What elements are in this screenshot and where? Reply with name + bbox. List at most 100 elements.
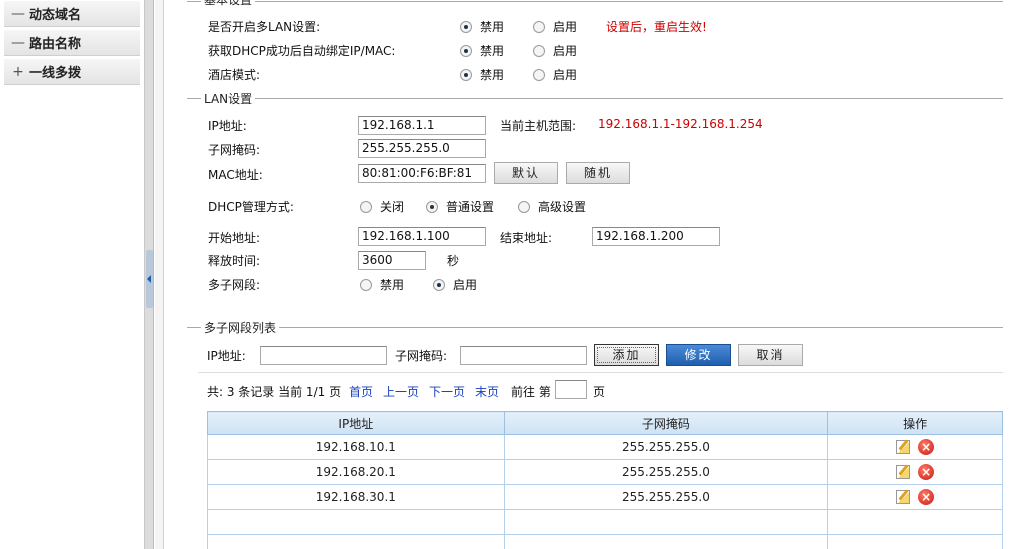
cell-ip: 192.168.10.1 <box>207 434 505 460</box>
radio-label: 高级设置 <box>538 200 587 214</box>
host-range-label: 当前主机范围: <box>500 119 577 133</box>
radio-label: 禁用 <box>380 278 405 292</box>
radio-label: 禁用 <box>480 20 505 34</box>
expand-icon: + <box>12 63 24 80</box>
start-address-input[interactable]: 192.168.1.100 <box>358 227 486 246</box>
sidebar-item-multi-dial[interactable]: + 一线多拨 <box>4 58 140 85</box>
column-header-mask: 子网掩码 <box>503 411 829 435</box>
cell-ip: 192.168.20.1 <box>207 459 505 485</box>
modify-button[interactable]: 修改 <box>666 344 731 366</box>
hotel-mode-label: 酒店模式: <box>208 68 261 82</box>
cell-actions: × <box>827 459 1003 485</box>
multi-lan-enable-radio[interactable] <box>533 21 545 33</box>
pager-goto-suffix: 页 <box>593 385 606 399</box>
end-address-label: 结束地址: <box>500 231 553 245</box>
cell-actions: × <box>827 434 1003 460</box>
delete-icon[interactable]: × <box>918 489 935 505</box>
delete-icon[interactable]: × <box>918 464 935 480</box>
edit-icon[interactable] <box>896 490 911 504</box>
hotel-mode-disable-radio[interactable] <box>460 69 472 81</box>
sidebar: — 动态域名 — 路由名称 + 一线多拨 <box>0 0 145 549</box>
radio-label: 普通设置 <box>446 200 495 214</box>
pager-goto-label: 前往 第 <box>511 385 551 399</box>
radio-label: 禁用 <box>480 44 505 58</box>
radio-label: 禁用 <box>480 68 505 82</box>
subnet-mask-input[interactable] <box>460 346 587 365</box>
cell-mask: 255.255.255.0 <box>503 484 829 510</box>
host-range-value: 192.168.1.1-192.168.1.254 <box>598 117 763 131</box>
collapse-icon: — <box>11 34 25 51</box>
pager-summary: 共: 3 条记录 当前 1/1 页 <box>207 385 342 399</box>
fieldset-line <box>187 98 1003 99</box>
divider <box>198 372 1003 373</box>
dhcp-bind-enable-radio[interactable] <box>533 45 545 57</box>
cell-mask: 255.255.255.0 <box>503 459 829 485</box>
edit-icon[interactable] <box>896 440 911 454</box>
lease-time-input[interactable]: 3600 <box>358 251 426 270</box>
subnet-table: IP地址 子网掩码 操作 192.168.10.1 255.255.255.0 … <box>207 411 1003 549</box>
subnet-legend: 多子网段列表 <box>201 319 280 336</box>
sidebar-item-ddns[interactable]: — 动态域名 <box>4 0 140 27</box>
dhcp-bind-label: 获取DHCP成功后自动绑定IP/MAC: <box>208 44 396 58</box>
dhcp-bind-disable-radio[interactable] <box>460 45 472 57</box>
subnet-ip-label: IP地址: <box>207 349 246 363</box>
mac-default-button[interactable]: 默认 <box>494 162 558 184</box>
fieldset-line <box>187 1 1003 2</box>
content-gutter <box>155 0 164 549</box>
mac-input[interactable]: 80:81:00:F6:BF:81 <box>358 164 486 183</box>
radio-label: 启用 <box>553 68 578 82</box>
lan-mask-input[interactable]: 255.255.255.0 <box>358 139 486 158</box>
dhcp-mode-label: DHCP管理方式: <box>208 200 294 214</box>
pager-next-link[interactable]: 下一页 <box>429 383 465 400</box>
main-content: 基本设置 是否开启多LAN设置: 禁用 启用 设置后，重启生效! 获取DHCP成… <box>165 0 1025 549</box>
add-button[interactable]: 添加 <box>594 344 659 366</box>
lan-ip-input[interactable]: 192.168.1.1 <box>358 116 486 135</box>
cancel-button[interactable]: 取消 <box>738 344 803 366</box>
radio-label: 启用 <box>553 44 578 58</box>
dhcp-advanced-radio[interactable] <box>518 201 530 213</box>
multi-lan-label: 是否开启多LAN设置: <box>208 20 321 34</box>
cell-actions: × <box>827 484 1003 510</box>
collapse-arrow-icon[interactable] <box>147 275 151 283</box>
pager-first-link[interactable]: 首页 <box>349 383 373 400</box>
cell-mask: 255.255.255.0 <box>503 434 829 460</box>
pager-page-input[interactable] <box>555 380 587 399</box>
lan-mask-label: 子网掩码: <box>208 143 261 157</box>
column-header-actions: 操作 <box>827 411 1003 435</box>
edit-icon[interactable] <box>896 465 911 479</box>
end-address-input[interactable]: 192.168.1.200 <box>592 227 720 246</box>
lan-ip-label: IP地址: <box>208 119 247 133</box>
mac-random-button[interactable]: 随机 <box>566 162 630 184</box>
table-row-empty <box>207 509 1003 535</box>
table-row: 192.168.30.1 255.255.255.0 × <box>207 484 1003 510</box>
table-row: 192.168.20.1 255.255.255.0 × <box>207 459 1003 485</box>
subnet-ip-input[interactable] <box>260 346 387 365</box>
hotel-mode-enable-radio[interactable] <box>533 69 545 81</box>
dhcp-off-radio[interactable] <box>360 201 372 213</box>
pager-last-link[interactable]: 末页 <box>475 383 499 400</box>
pager-prev-link[interactable]: 上一页 <box>383 383 419 400</box>
sidebar-item-router-name[interactable]: — 路由名称 <box>4 29 140 56</box>
table-header-row: IP地址 子网掩码 操作 <box>207 411 1003 435</box>
radio-label: 关闭 <box>380 200 405 214</box>
start-address-label: 开始地址: <box>208 231 261 245</box>
lan-legend: LAN设置 <box>201 90 256 107</box>
fieldset-line <box>187 327 1003 328</box>
cell-ip: 192.168.30.1 <box>207 484 505 510</box>
column-header-ip: IP地址 <box>207 411 505 435</box>
multi-lan-disable-radio[interactable] <box>460 21 472 33</box>
subnet-mask-label: 子网掩码: <box>395 349 448 363</box>
basic-legend: 基本设置 <box>201 0 256 8</box>
multi-subnet-disable-radio[interactable] <box>360 279 372 291</box>
dhcp-normal-radio[interactable] <box>426 201 438 213</box>
lease-unit: 秒 <box>447 254 460 268</box>
mac-label: MAC地址: <box>208 168 263 182</box>
collapse-icon: — <box>11 5 25 22</box>
multi-subnet-enable-radio[interactable] <box>433 279 445 291</box>
radio-label: 启用 <box>553 20 578 34</box>
sidebar-item-label: 路由名称 <box>29 37 82 52</box>
sidebar-item-label: 动态域名 <box>29 8 82 23</box>
sidebar-item-label: 一线多拨 <box>29 66 82 81</box>
delete-icon[interactable]: × <box>918 439 935 455</box>
table-row: 192.168.10.1 255.255.255.0 × <box>207 434 1003 460</box>
